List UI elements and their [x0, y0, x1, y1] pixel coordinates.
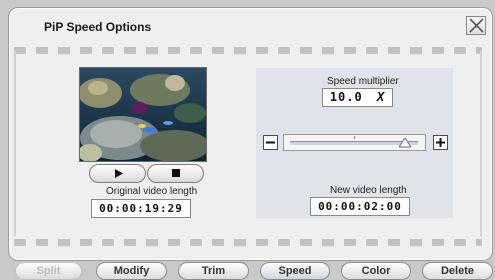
plus-icon [436, 138, 445, 147]
original-length-label: Original video length [106, 186, 198, 197]
speed-multiplier-unit: X [376, 90, 386, 104]
stop-icon [172, 169, 180, 177]
tab-trim[interactable]: Trim [178, 262, 249, 280]
dialog-title: PiP Speed Options [44, 20, 152, 34]
film-strip-bottom [14, 239, 482, 246]
close-button[interactable] [466, 16, 486, 35]
close-icon [469, 18, 484, 33]
stop-button[interactable] [147, 164, 204, 183]
speed-multiplier-field[interactable]: 10.0 X [322, 88, 393, 107]
speed-multiplier-label: Speed multiplier [327, 76, 399, 87]
new-length-label: New video length [330, 185, 407, 196]
tab-speed[interactable]: Speed [260, 262, 330, 280]
new-length-value: 00:00:02:00 [310, 197, 410, 216]
video-preview [79, 67, 207, 162]
decrease-speed-button[interactable] [263, 135, 278, 150]
slider-tick [354, 136, 355, 139]
increase-speed-button[interactable] [433, 135, 448, 150]
original-length-value: 00:00:19:29 [91, 199, 191, 218]
play-button[interactable] [89, 164, 146, 183]
speed-multiplier-value: 10.0 [329, 90, 363, 104]
speed-slider[interactable] [283, 134, 426, 151]
minus-icon [266, 141, 275, 144]
tab-color[interactable]: Color [341, 262, 411, 280]
tab-delete[interactable]: Delete [422, 262, 493, 280]
tab-split[interactable]: Split [15, 262, 82, 280]
tab-modify[interactable]: Modify [96, 262, 167, 280]
play-icon [115, 169, 123, 178]
slider-thumb[interactable] [399, 138, 412, 148]
coral-reef-thumbnail [80, 68, 206, 161]
